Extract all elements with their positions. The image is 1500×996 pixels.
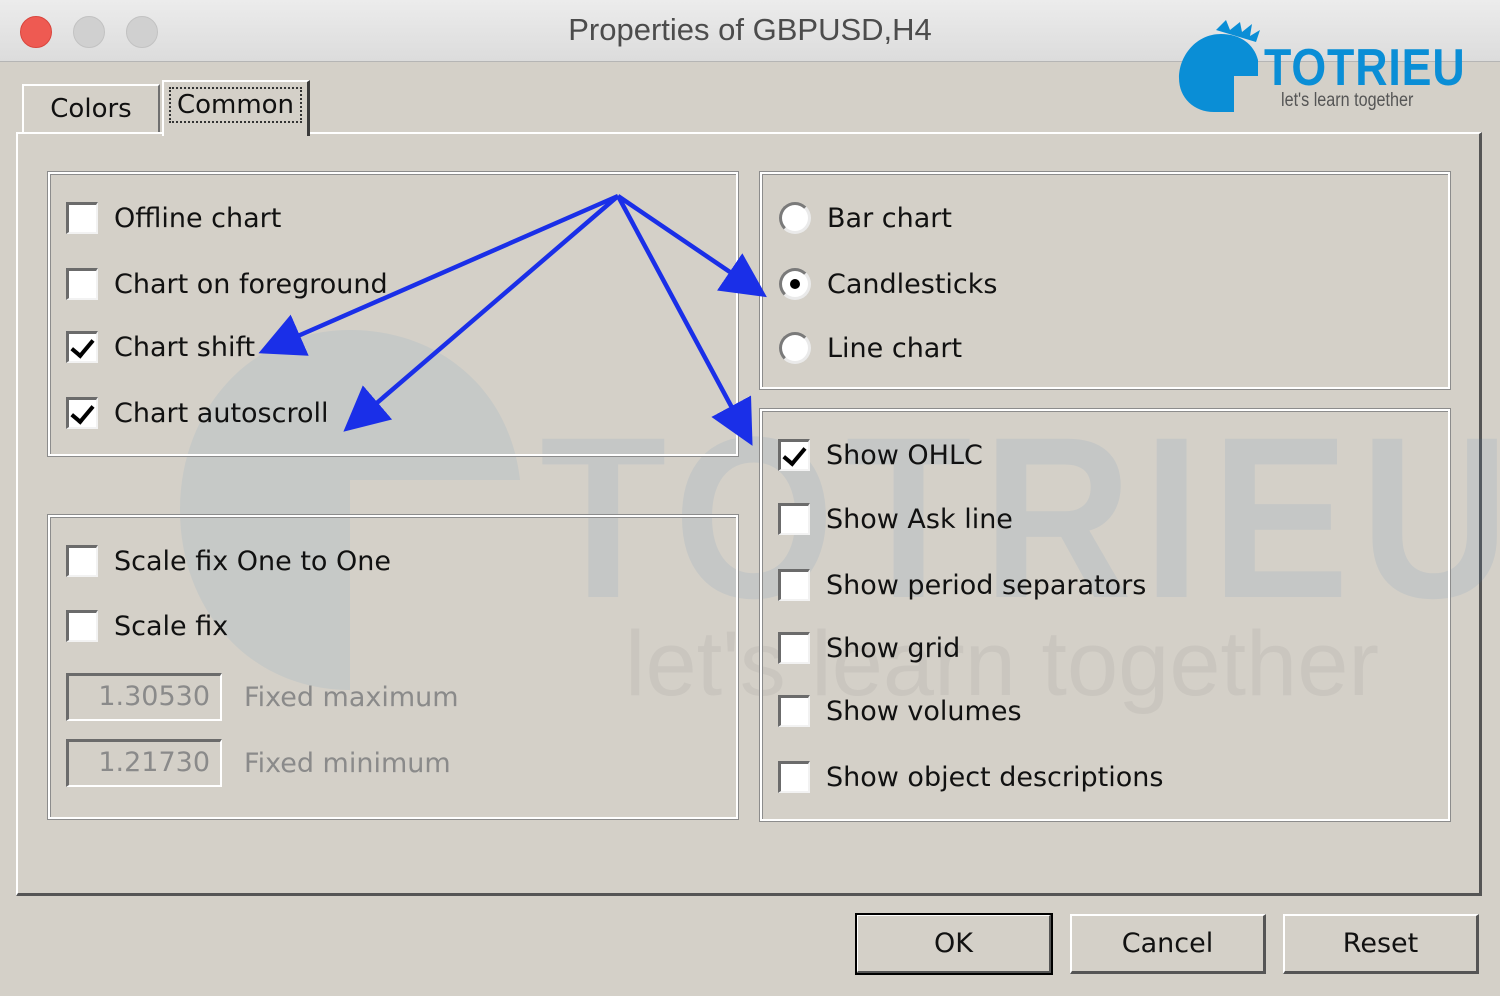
tab-common[interactable]: Common bbox=[162, 80, 310, 136]
show-grid-checkbox[interactable] bbox=[778, 632, 810, 664]
show-volumes-checkbox[interactable] bbox=[778, 695, 810, 727]
show-period-separators-option[interactable]: Show period separators bbox=[778, 569, 1146, 601]
show-period-separators-label: Show period separators bbox=[826, 569, 1147, 601]
scale-fix-one-to-one-option[interactable]: Scale fix One to One bbox=[66, 545, 391, 577]
show-ask-line-label: Show Ask line bbox=[826, 503, 1013, 535]
candlesticks-option[interactable]: Candlesticks bbox=[779, 268, 997, 300]
chart-shift-checkbox[interactable] bbox=[66, 331, 98, 363]
chart-on-foreground-option[interactable]: Chart on foreground bbox=[66, 268, 388, 300]
chart-shift-option[interactable]: Chart shift bbox=[66, 331, 255, 363]
cancel-button[interactable]: Cancel bbox=[1070, 914, 1266, 974]
reset-button[interactable]: Reset bbox=[1283, 914, 1479, 974]
bar-chart-radio[interactable] bbox=[779, 202, 811, 234]
chart-autoscroll-label: Chart autoscroll bbox=[114, 397, 329, 429]
logo-tagline: let's learn together bbox=[1281, 90, 1414, 111]
show-volumes-label: Show volumes bbox=[826, 695, 1022, 727]
fixed-minimum-row: 1.21730 Fixed minimum bbox=[66, 739, 451, 787]
bar-chart-option[interactable]: Bar chart bbox=[779, 202, 952, 234]
offline-chart-option[interactable]: Offline chart bbox=[66, 202, 281, 234]
line-chart-label: Line chart bbox=[827, 332, 963, 364]
chart-on-foreground-label: Chart on foreground bbox=[114, 268, 388, 300]
chart-autoscroll-option[interactable]: Chart autoscroll bbox=[66, 397, 328, 429]
tab-colors-label: Colors bbox=[50, 94, 132, 124]
show-volumes-option[interactable]: Show volumes bbox=[778, 695, 1022, 727]
show-grid-option[interactable]: Show grid bbox=[778, 632, 960, 664]
ok-button[interactable]: OK bbox=[855, 913, 1053, 975]
logo-wordmark: TOTRIEU bbox=[1264, 39, 1466, 97]
show-object-descriptions-option[interactable]: Show object descriptions bbox=[778, 761, 1163, 793]
scale-fix-label: Scale fix bbox=[114, 610, 229, 642]
offline-chart-label: Offline chart bbox=[114, 202, 282, 234]
chart-shift-label: Chart shift bbox=[114, 331, 256, 363]
show-ask-line-option[interactable]: Show Ask line bbox=[778, 503, 1013, 535]
scale-fix-option[interactable]: Scale fix bbox=[66, 610, 228, 642]
candlesticks-radio[interactable] bbox=[779, 268, 811, 300]
scale-fix-checkbox[interactable] bbox=[66, 610, 98, 642]
show-ask-line-checkbox[interactable] bbox=[778, 503, 810, 535]
tab-colors[interactable]: Colors bbox=[22, 84, 160, 134]
fixed-minimum-input[interactable]: 1.21730 bbox=[66, 739, 222, 787]
tab-common-label: Common bbox=[168, 87, 303, 123]
show-ohlc-option[interactable]: Show OHLC bbox=[778, 439, 983, 471]
show-ohlc-checkbox[interactable] bbox=[778, 439, 810, 471]
fixed-maximum-input[interactable]: 1.30530 bbox=[66, 673, 222, 721]
line-chart-radio[interactable] bbox=[779, 332, 811, 364]
show-grid-label: Show grid bbox=[826, 632, 961, 664]
show-ohlc-label: Show OHLC bbox=[826, 439, 983, 471]
candlesticks-label: Candlesticks bbox=[827, 268, 998, 300]
line-chart-option[interactable]: Line chart bbox=[779, 332, 962, 364]
show-object-descriptions-label: Show object descriptions bbox=[826, 761, 1164, 793]
brand-logo: TOTRIEU let's learn together bbox=[1176, 20, 1466, 115]
flame-logo-icon bbox=[1179, 20, 1260, 112]
chart-on-foreground-checkbox[interactable] bbox=[66, 268, 98, 300]
bar-chart-label: Bar chart bbox=[827, 202, 952, 234]
scale-fix-one-to-one-checkbox[interactable] bbox=[66, 545, 98, 577]
show-object-descriptions-checkbox[interactable] bbox=[778, 761, 810, 793]
offline-chart-checkbox[interactable] bbox=[66, 202, 98, 234]
fixed-minimum-label: Fixed minimum bbox=[244, 747, 451, 779]
fixed-maximum-label: Fixed maximum bbox=[244, 681, 459, 713]
scale-fix-one-to-one-label: Scale fix One to One bbox=[114, 545, 392, 577]
show-period-separators-checkbox[interactable] bbox=[778, 569, 810, 601]
fixed-maximum-row: 1.30530 Fixed maximum bbox=[66, 673, 459, 721]
chart-autoscroll-checkbox[interactable] bbox=[66, 397, 98, 429]
